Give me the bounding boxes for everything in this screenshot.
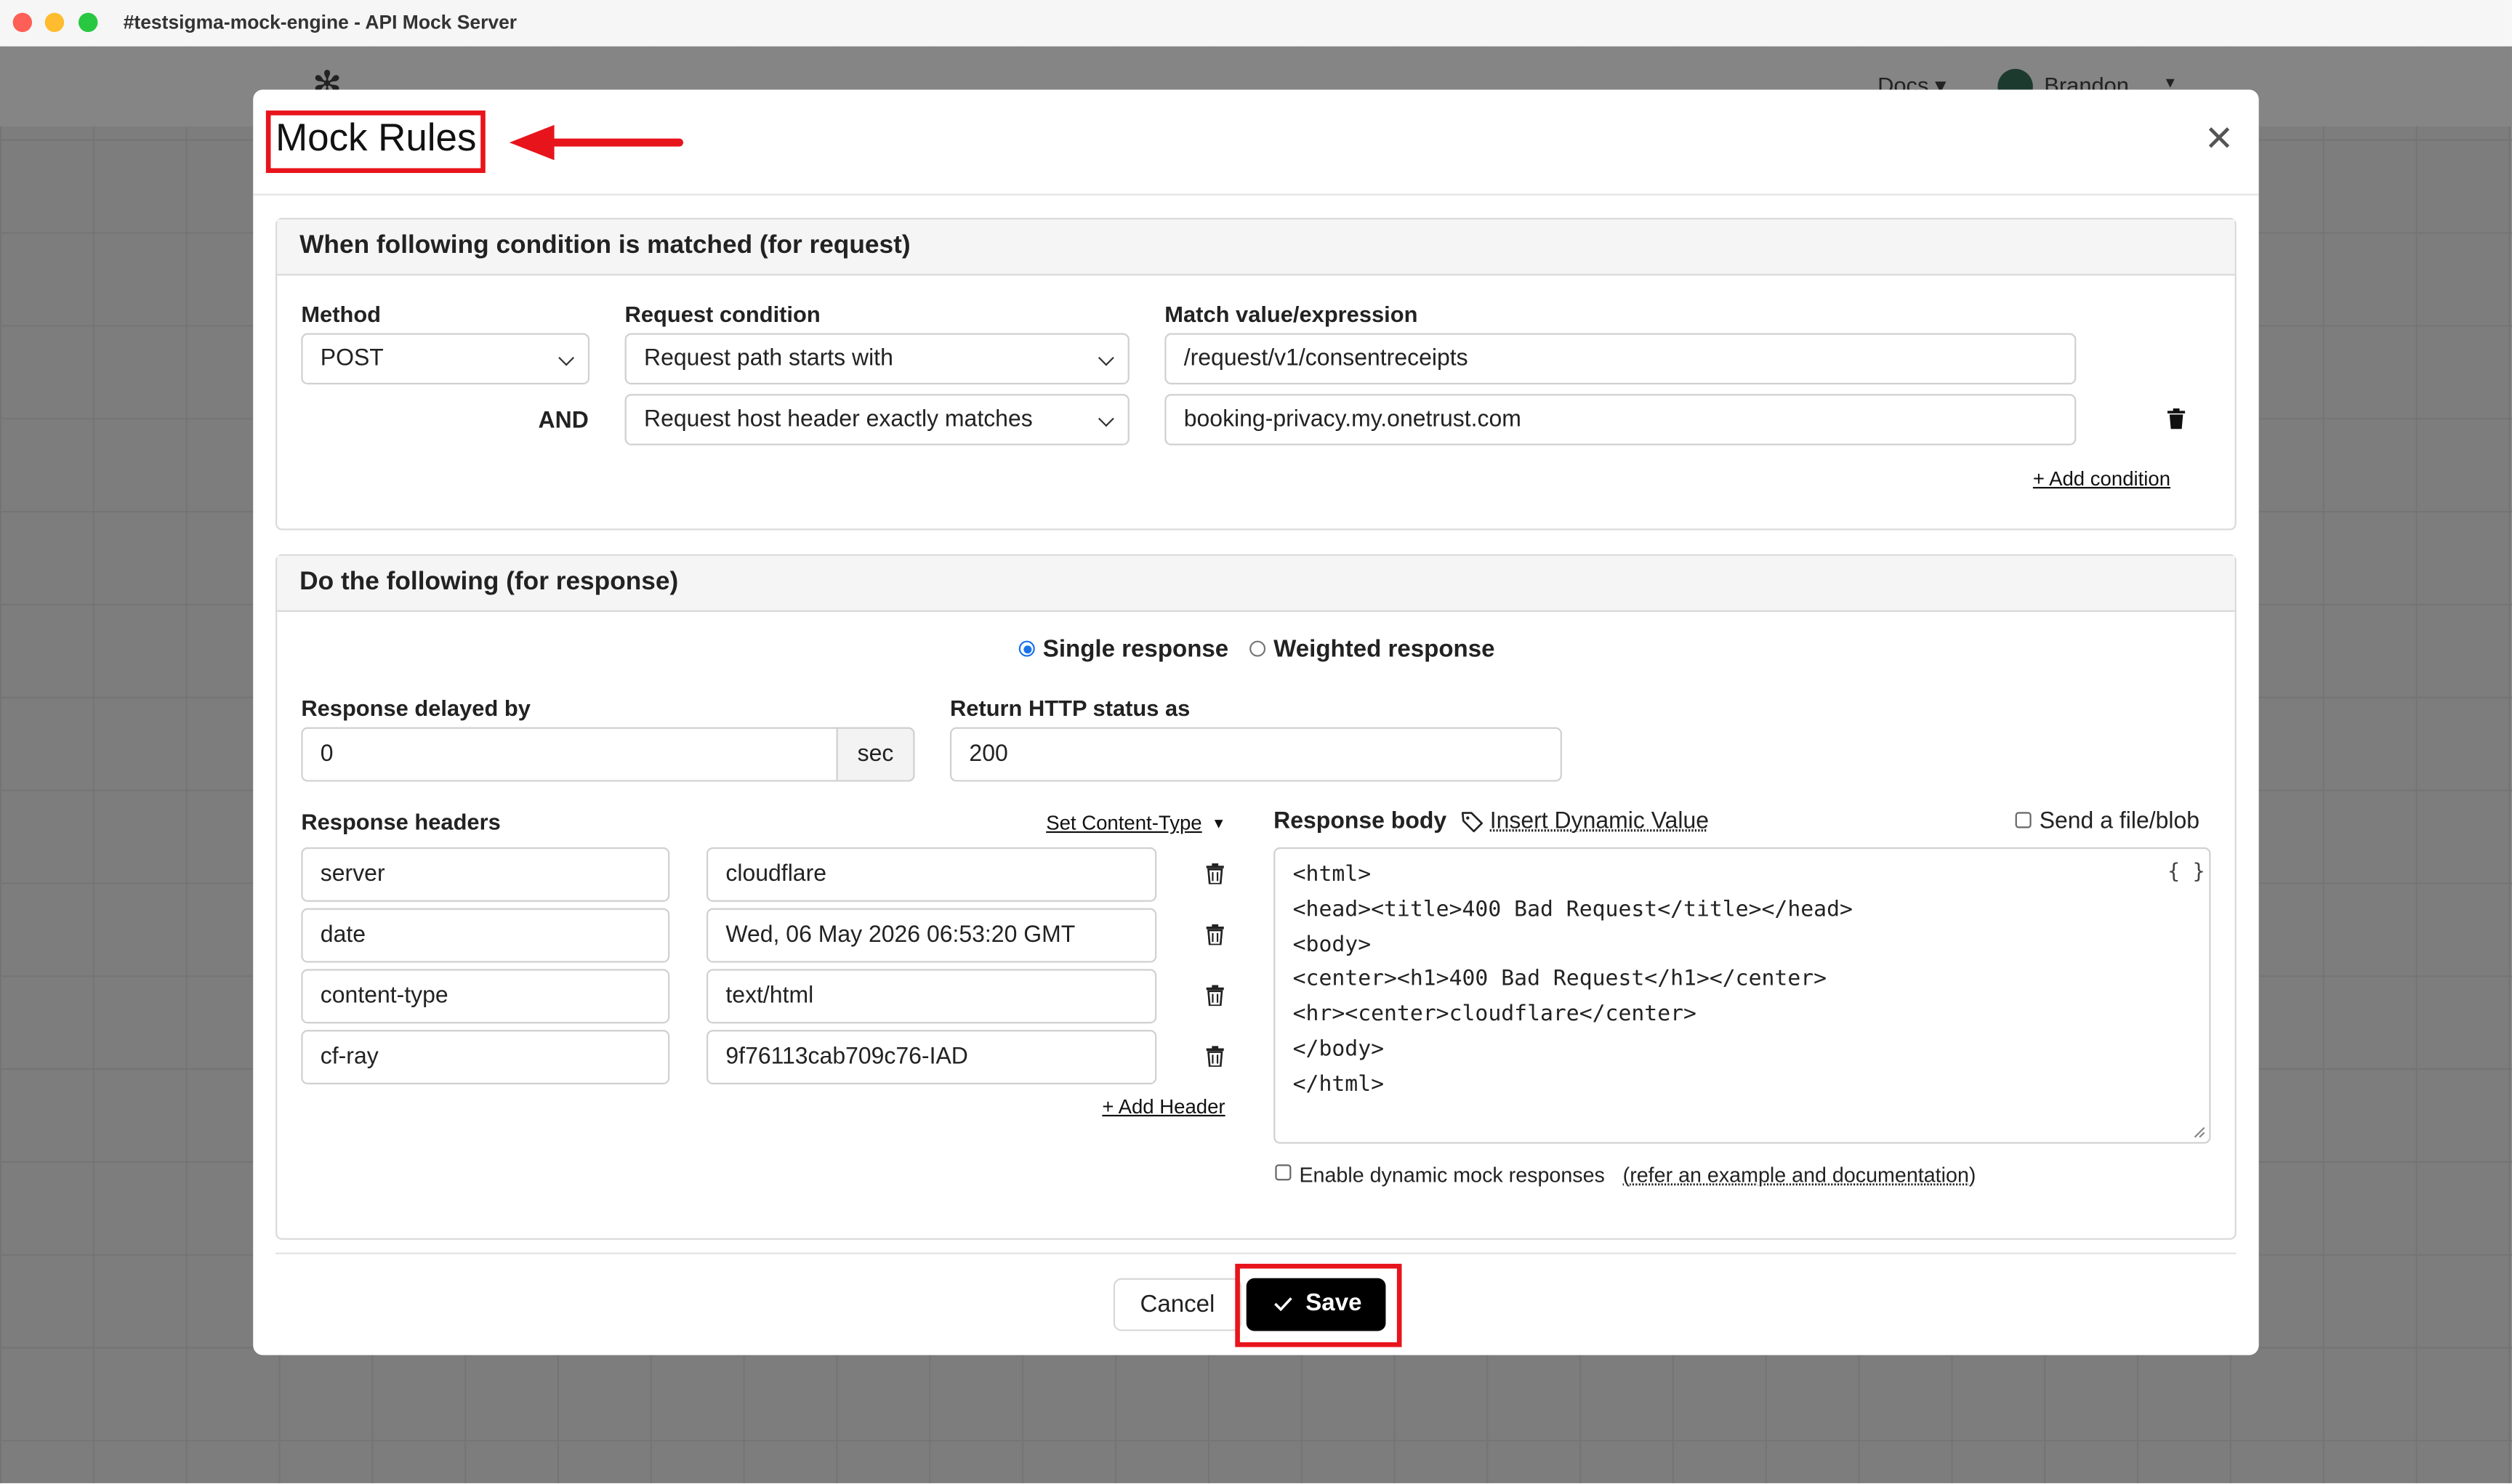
code-line: </html> (1292, 1071, 1385, 1097)
annotation-arrow-icon (509, 124, 684, 161)
response-body-editor[interactable]: <html> <head><title>400 Bad Request</tit… (1273, 847, 2211, 1144)
chevron-down-icon (1098, 350, 1114, 366)
code-line: <center><h1>400 Bad Request</h1></center… (1292, 966, 1827, 992)
condition-select-1[interactable]: Request path starts with (624, 333, 1130, 384)
response-body-label: Response body (1273, 809, 1447, 835)
dynamic-docs-link[interactable]: (refer an example and documentation) (1623, 1163, 1976, 1187)
delay-unit-addon: sec (836, 727, 915, 782)
header-value-input[interactable]: Wed, 06 May 2026 06:53:20 GMT (706, 908, 1157, 963)
caret-down-icon: ▼ (1211, 815, 1226, 831)
code-line: <body> (1292, 932, 1372, 958)
send-file-label[interactable]: Send a file/blob (2040, 809, 2199, 834)
trash-icon[interactable] (1206, 924, 1224, 945)
window-title: #testsigma-mock-engine - API Mock Server (123, 11, 518, 34)
http-status-label: Return HTTP status as (949, 695, 1191, 721)
method-select[interactable]: POST (301, 333, 590, 384)
weighted-response-radio[interactable] (1249, 640, 1266, 657)
method-label: Method (301, 301, 382, 327)
request-card-header: When following condition is matched (for… (277, 219, 2235, 276)
resize-handle-icon[interactable] (2193, 1126, 2206, 1139)
single-response-label[interactable]: Single response (1043, 636, 1228, 663)
single-response-radio[interactable] (1018, 640, 1035, 657)
match-value-input-1[interactable]: /request/v1/consentreceipts (1164, 333, 2077, 384)
header-name-input[interactable]: server (301, 847, 670, 902)
footer-divider (275, 1252, 2237, 1254)
insert-dynamic-value-link[interactable]: Insert Dynamic Value (1490, 809, 1709, 834)
code-line: <html> (1292, 861, 1372, 888)
header-value-input[interactable]: cloudflare (706, 847, 1157, 902)
header-value-input[interactable]: 9f76113cab709c76-IAD (706, 1030, 1157, 1085)
and-label: AND (538, 408, 589, 435)
title-highlight-box (265, 110, 486, 174)
http-status-input[interactable]: 200 (949, 727, 1562, 782)
trash-icon[interactable] (1206, 985, 1224, 1007)
set-content-type-dropdown[interactable]: Set Content-Type ▼ (1046, 812, 1225, 834)
format-braces-icon[interactable]: { } (2167, 860, 2205, 884)
close-window-button[interactable] (12, 12, 33, 33)
code-line: <head><title>400 Bad Request</title></he… (1292, 897, 1853, 923)
response-delay-label: Response delayed by (301, 695, 531, 721)
request-condition-label: Request condition (624, 301, 821, 327)
save-highlight-box (1235, 1263, 1402, 1347)
header-name-input[interactable]: cf-ray (301, 1030, 670, 1085)
code-line: <hr><center>cloudflare</center> (1292, 1001, 1696, 1027)
enable-dynamic-label[interactable]: Enable dynamic mock responses (1299, 1163, 1604, 1187)
close-icon[interactable]: ✕ (2205, 119, 2234, 158)
match-value-label: Match value/expression (1164, 301, 1418, 327)
send-file-checkbox[interactable] (2015, 812, 2032, 828)
condition-select-2[interactable]: Request host header exactly matches (624, 394, 1130, 445)
minimize-window-button[interactable] (44, 12, 65, 33)
response-delay-input[interactable]: 0 (301, 727, 915, 782)
header-name-input[interactable]: content-type (301, 969, 670, 1024)
code-line: </body> (1292, 1036, 1385, 1062)
window-titlebar: #testsigma-mock-engine - API Mock Server (0, 0, 2512, 49)
trash-icon[interactable] (1206, 863, 1224, 884)
add-condition-link[interactable]: + Add condition (2033, 468, 2170, 491)
header-divider (253, 193, 2259, 195)
enable-dynamic-checkbox[interactable] (1275, 1164, 1292, 1181)
header-name-input[interactable]: date (301, 908, 670, 963)
chevron-down-icon (1098, 411, 1114, 427)
weighted-response-label[interactable]: Weighted response (1273, 636, 1494, 663)
match-value-input-2[interactable]: booking-privacy.my.onetrust.com (1164, 394, 2077, 445)
trash-icon[interactable] (2167, 408, 2186, 430)
response-headers-label: Response headers (301, 809, 501, 835)
trash-icon[interactable] (1206, 1046, 1224, 1067)
zoom-window-button[interactable] (78, 12, 98, 33)
add-header-link[interactable]: + Add Header (1102, 1096, 1225, 1118)
chevron-down-icon (558, 350, 575, 366)
response-card-header: Do the following (for response) (277, 555, 2235, 612)
tag-icon (1461, 812, 1484, 833)
header-value-input[interactable]: text/html (706, 969, 1157, 1024)
cancel-button[interactable]: Cancel (1113, 1278, 1242, 1331)
